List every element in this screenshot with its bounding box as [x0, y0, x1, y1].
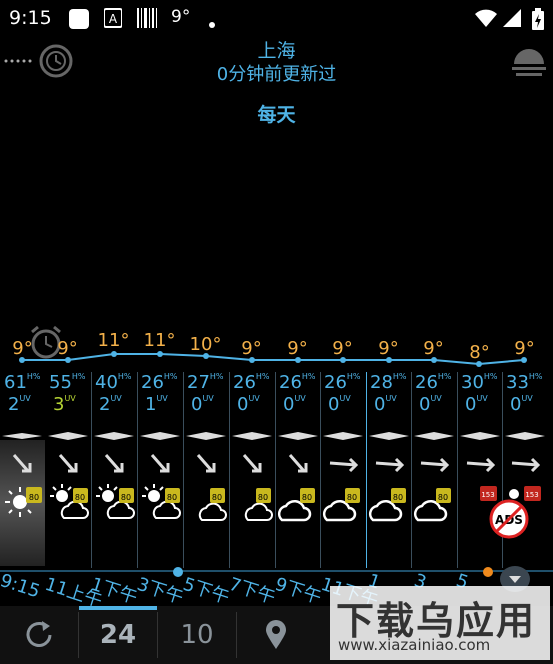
humidity-value: 26H% — [233, 372, 270, 393]
time-label: 7下午 — [226, 573, 278, 609]
uv-value: 1UV — [145, 394, 168, 415]
svg-text:153: 153 — [525, 491, 538, 499]
now-marker-icon — [173, 567, 183, 577]
humidity-value: 33H% — [506, 372, 543, 393]
temp-value: 9° — [514, 338, 535, 359]
humidity-value: 30H% — [461, 372, 498, 393]
svg-text:80: 80 — [121, 493, 131, 502]
humidity-value: 55H% — [49, 372, 86, 393]
timeline-track — [0, 570, 553, 572]
svg-text:80: 80 — [258, 493, 268, 502]
uv-value: 0UV — [328, 394, 351, 415]
humidity-value: 40H% — [95, 372, 132, 393]
svg-text:153: 153 — [481, 491, 494, 499]
humidity-value: 61H% — [4, 372, 41, 393]
sunset-marker-icon — [483, 567, 493, 577]
period-toggle[interactable]: 每天 — [0, 100, 553, 127]
temp-value: 9° — [12, 338, 33, 359]
status-temp: 9° — [171, 7, 191, 27]
temp-value: 9° — [241, 338, 262, 359]
no-ads-button[interactable]: ADS — [489, 499, 529, 539]
time-label: 5下午 — [180, 573, 232, 609]
city-name[interactable]: 上海 — [0, 36, 553, 63]
time-label: 9:15 — [0, 570, 43, 603]
status-bar: 9:15 A 9° — [0, 0, 553, 36]
svg-text:80: 80 — [75, 493, 85, 502]
humidity-value: 26H% — [141, 372, 178, 393]
last-updated: 0分钟前更新过 — [216, 64, 337, 85]
svg-text:80: 80 — [29, 493, 39, 502]
watermark: 下载乌应用 www.xiazainiao.com — [330, 586, 550, 660]
uv-value: 2UV — [8, 394, 31, 415]
app-icon — [68, 8, 90, 34]
temp-value: 9° — [57, 338, 78, 359]
time-label: 9下午 — [272, 573, 324, 609]
uv-value: 0UV — [191, 394, 214, 415]
location-pin-icon — [266, 620, 286, 649]
wifi-icon — [474, 8, 498, 32]
uv-value: 3UV — [53, 394, 76, 415]
location-button[interactable] — [237, 606, 315, 664]
uv-value: 0UV — [465, 394, 488, 415]
temp-value: 9° — [423, 338, 444, 359]
svg-text:80: 80 — [438, 493, 448, 502]
svg-text:80: 80 — [212, 493, 222, 502]
dot-icon — [208, 14, 216, 33]
watermark-url: www.xiazainiao.com — [338, 636, 491, 654]
sunset-icon[interactable] — [510, 42, 548, 84]
signal-icon — [502, 8, 522, 32]
active-tab-indicator — [79, 606, 157, 610]
temp-value: 11° — [143, 330, 176, 351]
refresh-button[interactable] — [0, 606, 78, 664]
uv-value: 0UV — [510, 394, 533, 415]
svg-text:80: 80 — [393, 493, 403, 502]
humidity-value: 26H% — [279, 372, 316, 393]
svg-text:80: 80 — [347, 493, 357, 502]
daily-10-tab[interactable]: 10 — [158, 606, 236, 664]
temp-value: 8° — [469, 342, 490, 363]
humidity-value: 27H% — [187, 372, 224, 393]
svg-text:A: A — [109, 12, 118, 26]
temp-value: 10° — [189, 334, 222, 355]
hourly-24-tab[interactable]: 24 — [79, 606, 157, 664]
svg-text:80: 80 — [302, 493, 312, 502]
svg-text:80: 80 — [167, 493, 177, 502]
temp-value: 9° — [287, 338, 308, 359]
wind-row — [2, 432, 545, 473]
weather-icons-row: 80 80 80 80 80 80 80 80 80 80 153 153 — [5, 484, 541, 522]
uv-value: 0UV — [374, 394, 397, 415]
refresh-icon — [26, 621, 52, 647]
uv-value: 2UV — [99, 394, 122, 415]
uv-value: 0UV — [283, 394, 306, 415]
status-time: 9:15 — [9, 7, 52, 29]
temp-value: 9° — [332, 338, 353, 359]
battery-icon — [532, 8, 544, 34]
barcode-icon — [136, 8, 158, 32]
humidity-value: 28H% — [370, 372, 407, 393]
humidity-value: 26H% — [415, 372, 452, 393]
humidity-value: 26H% — [324, 372, 361, 393]
uv-value: 0UV — [237, 394, 260, 415]
temp-value: 9° — [378, 338, 399, 359]
text-app-icon: A — [103, 8, 123, 32]
temp-value: 11° — [97, 330, 130, 351]
uv-value: 0UV — [419, 394, 442, 415]
